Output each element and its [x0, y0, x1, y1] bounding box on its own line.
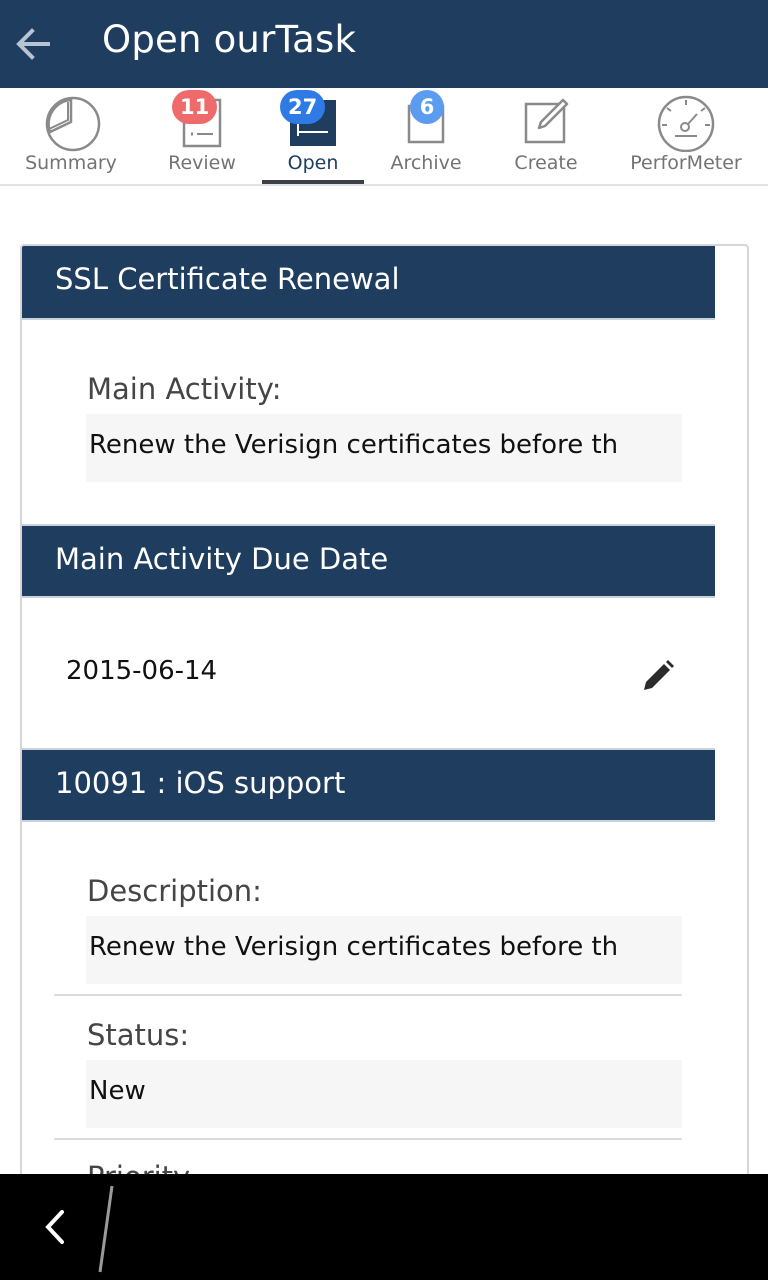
- description-value: Renew the Verisign certificates before t…: [89, 932, 619, 962]
- tab-label: Archive: [390, 152, 462, 174]
- task-title-header: SSL Certificate Renewal: [22, 246, 715, 320]
- divider: [54, 1138, 682, 1140]
- active-tab-indicator: [262, 180, 364, 184]
- system-back-button[interactable]: [36, 1204, 76, 1250]
- slash-divider-icon: [98, 1185, 114, 1273]
- due-date-title: Main Activity Due Date: [55, 542, 389, 576]
- edit-square-icon: [524, 98, 569, 144]
- gauge-icon: [657, 95, 715, 152]
- archive-count-badge: 6: [410, 90, 444, 124]
- description-field[interactable]: Renew the Verisign certificates before t…: [86, 916, 682, 984]
- description-label: Description:: [87, 874, 262, 908]
- chevron-left-icon: [45, 1210, 64, 1244]
- tab-review[interactable]: 11 Review: [144, 88, 260, 186]
- task-title: SSL Certificate Renewal: [55, 262, 400, 296]
- tab-bar: Summary 11 Review 27 Open 6 Archive Crea…: [0, 88, 768, 186]
- divider: [54, 994, 682, 996]
- subtask-title: 10091 : iOS support: [55, 766, 346, 800]
- app-header: Open ourTask: [0, 0, 768, 88]
- tab-label: Summary: [25, 152, 117, 174]
- tab-archive[interactable]: 6 Archive: [376, 88, 476, 186]
- status-label: Status:: [87, 1018, 190, 1052]
- due-date-value: 2015-06-14: [66, 656, 218, 686]
- system-nav-bar: [0, 1174, 768, 1280]
- tab-summary[interactable]: Summary: [12, 88, 130, 186]
- arrow-left-icon: [16, 28, 50, 60]
- pie-chart-icon: [45, 96, 101, 152]
- open-count-badge: 27: [280, 90, 326, 124]
- status-field[interactable]: New: [86, 1060, 682, 1128]
- task-card: SSL Certificate Renewal Main Activity: R…: [20, 244, 749, 1184]
- back-button[interactable]: [12, 22, 56, 66]
- page-title: Open ourTask: [102, 18, 357, 61]
- tab-create[interactable]: Create: [496, 88, 596, 186]
- main-activity-label: Main Activity:: [87, 372, 282, 406]
- status-value: New: [89, 1076, 146, 1106]
- main-activity-value: Renew the Verisign certificates before t…: [89, 430, 619, 460]
- tab-label: Review: [168, 152, 236, 174]
- tab-performeter[interactable]: PerforMeter: [626, 88, 746, 186]
- pencil-icon: [644, 660, 674, 690]
- tab-label: Create: [514, 152, 578, 174]
- subtask-header: 10091 : iOS support: [22, 748, 715, 822]
- due-date-header: Main Activity Due Date: [22, 524, 715, 598]
- tab-label: PerforMeter: [630, 152, 742, 174]
- tab-label: Open: [287, 152, 339, 174]
- main-activity-field[interactable]: Renew the Verisign certificates before t…: [86, 414, 682, 482]
- review-count-badge: 11: [172, 90, 218, 124]
- tab-open[interactable]: 27 Open: [262, 88, 364, 186]
- edit-due-date-button[interactable]: [640, 658, 676, 694]
